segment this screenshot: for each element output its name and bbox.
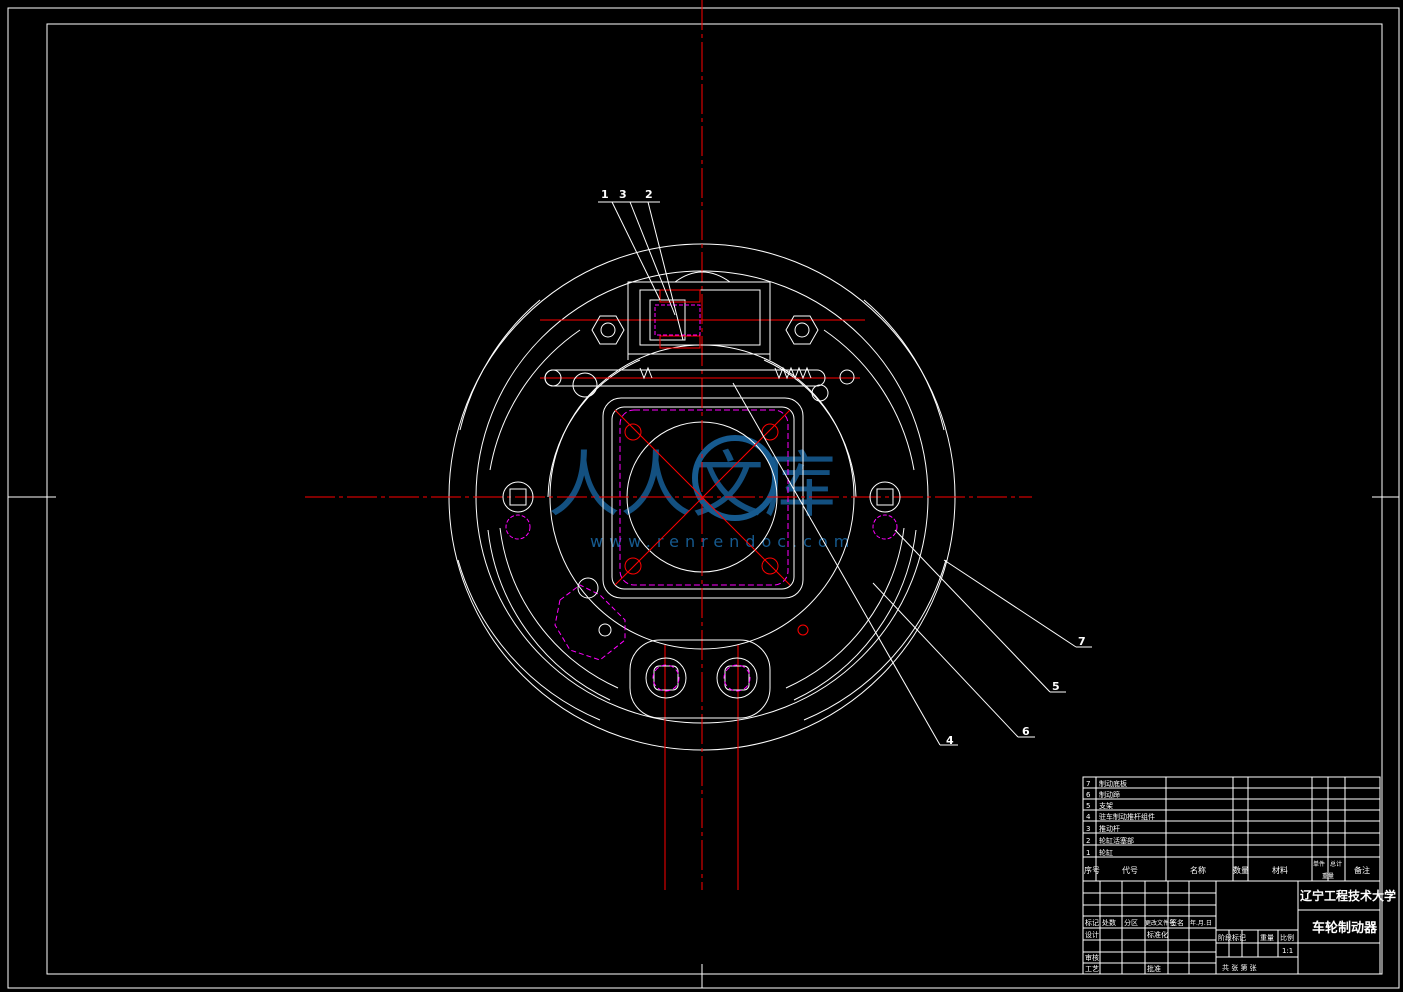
header-material: 材料 (1272, 865, 1288, 875)
callout-5: 5 (1052, 680, 1060, 693)
return-spring (544, 366, 855, 402)
rev-zone: 分区 (1124, 918, 1138, 927)
header-name: 名称 (1190, 865, 1206, 875)
callout-4: 4 (946, 734, 954, 747)
callout-3: 3 (619, 188, 627, 201)
sheets-label: 共 张 第 张 (1222, 963, 1257, 972)
part-no: 6 (1086, 791, 1091, 799)
part-no: 3 (1086, 825, 1090, 833)
part-no: 2 (1086, 837, 1090, 845)
lower-anchor-bracket (629, 639, 771, 719)
parts-list-header: 序号 代号 名称 数量 材料 单件 总计 重量 备注 (1084, 860, 1370, 880)
header-total-weight: 总计 (1330, 860, 1342, 868)
standardize-label: 标准化 (1147, 930, 1168, 939)
scale-label: 比例 (1280, 933, 1294, 942)
part-name: 驻车制动推杆组件 (1099, 812, 1155, 821)
header-remarks: 备注 (1354, 865, 1370, 875)
scale-value: 1:1 (1282, 947, 1293, 955)
callout-2: 2 (645, 188, 653, 201)
rev-count: 处数 (1102, 918, 1116, 927)
header-qty: 数量 (1233, 865, 1249, 875)
design-label: 设计 (1085, 930, 1099, 939)
part-name: 支架 (1099, 801, 1113, 810)
part-name: 推动杆 (1099, 824, 1120, 833)
weight-label: 重量 (1260, 934, 1274, 942)
callout-1: 1 (601, 188, 609, 201)
rev-date: 年.月.日 (1190, 919, 1212, 927)
parking-lever (554, 584, 626, 661)
watermark-url: www.renrendoc.com (590, 532, 855, 551)
callout-7: 7 (1078, 635, 1086, 648)
process-label: 工艺 (1085, 965, 1099, 973)
part-name: 轮缸活塞部 (1099, 836, 1134, 845)
part-no: 1 (1086, 849, 1090, 857)
watermark-text: 人人文库 (548, 443, 836, 527)
part-name: 制动蹄 (1099, 790, 1120, 799)
wheel-cylinder-piston (659, 289, 701, 349)
wheel-cylinder (627, 271, 771, 360)
header-code: 代号 (1122, 865, 1138, 875)
header-seq: 序号 (1084, 865, 1100, 875)
part-no: 5 (1086, 802, 1090, 810)
part-name: 轮缸 (1099, 848, 1113, 857)
drawing-title: 车轮制动器 (1312, 920, 1378, 936)
rev-sign: 签名 (1170, 918, 1184, 927)
approve-label: 批准 (1147, 964, 1161, 973)
callout-6: 6 (1022, 725, 1030, 738)
header-weight: 重量 (1322, 872, 1334, 880)
rev-mark: 标记 (1085, 918, 1099, 927)
school-name: 辽宁工程技术大学 (1300, 888, 1396, 903)
part-no: 4 (1086, 813, 1091, 821)
review-label: 审核 (1085, 953, 1099, 962)
part-no: 7 (1086, 780, 1090, 788)
header-unit-weight: 单件 (1313, 860, 1325, 868)
stage-label: 阶段标记 (1218, 933, 1246, 942)
brake-assembly-drawing: 人人文库 www.renrendoc.com 1 3 2 4 6 5 7 7 制… (7, 0, 1400, 989)
part-name: 制动底板 (1099, 779, 1127, 788)
